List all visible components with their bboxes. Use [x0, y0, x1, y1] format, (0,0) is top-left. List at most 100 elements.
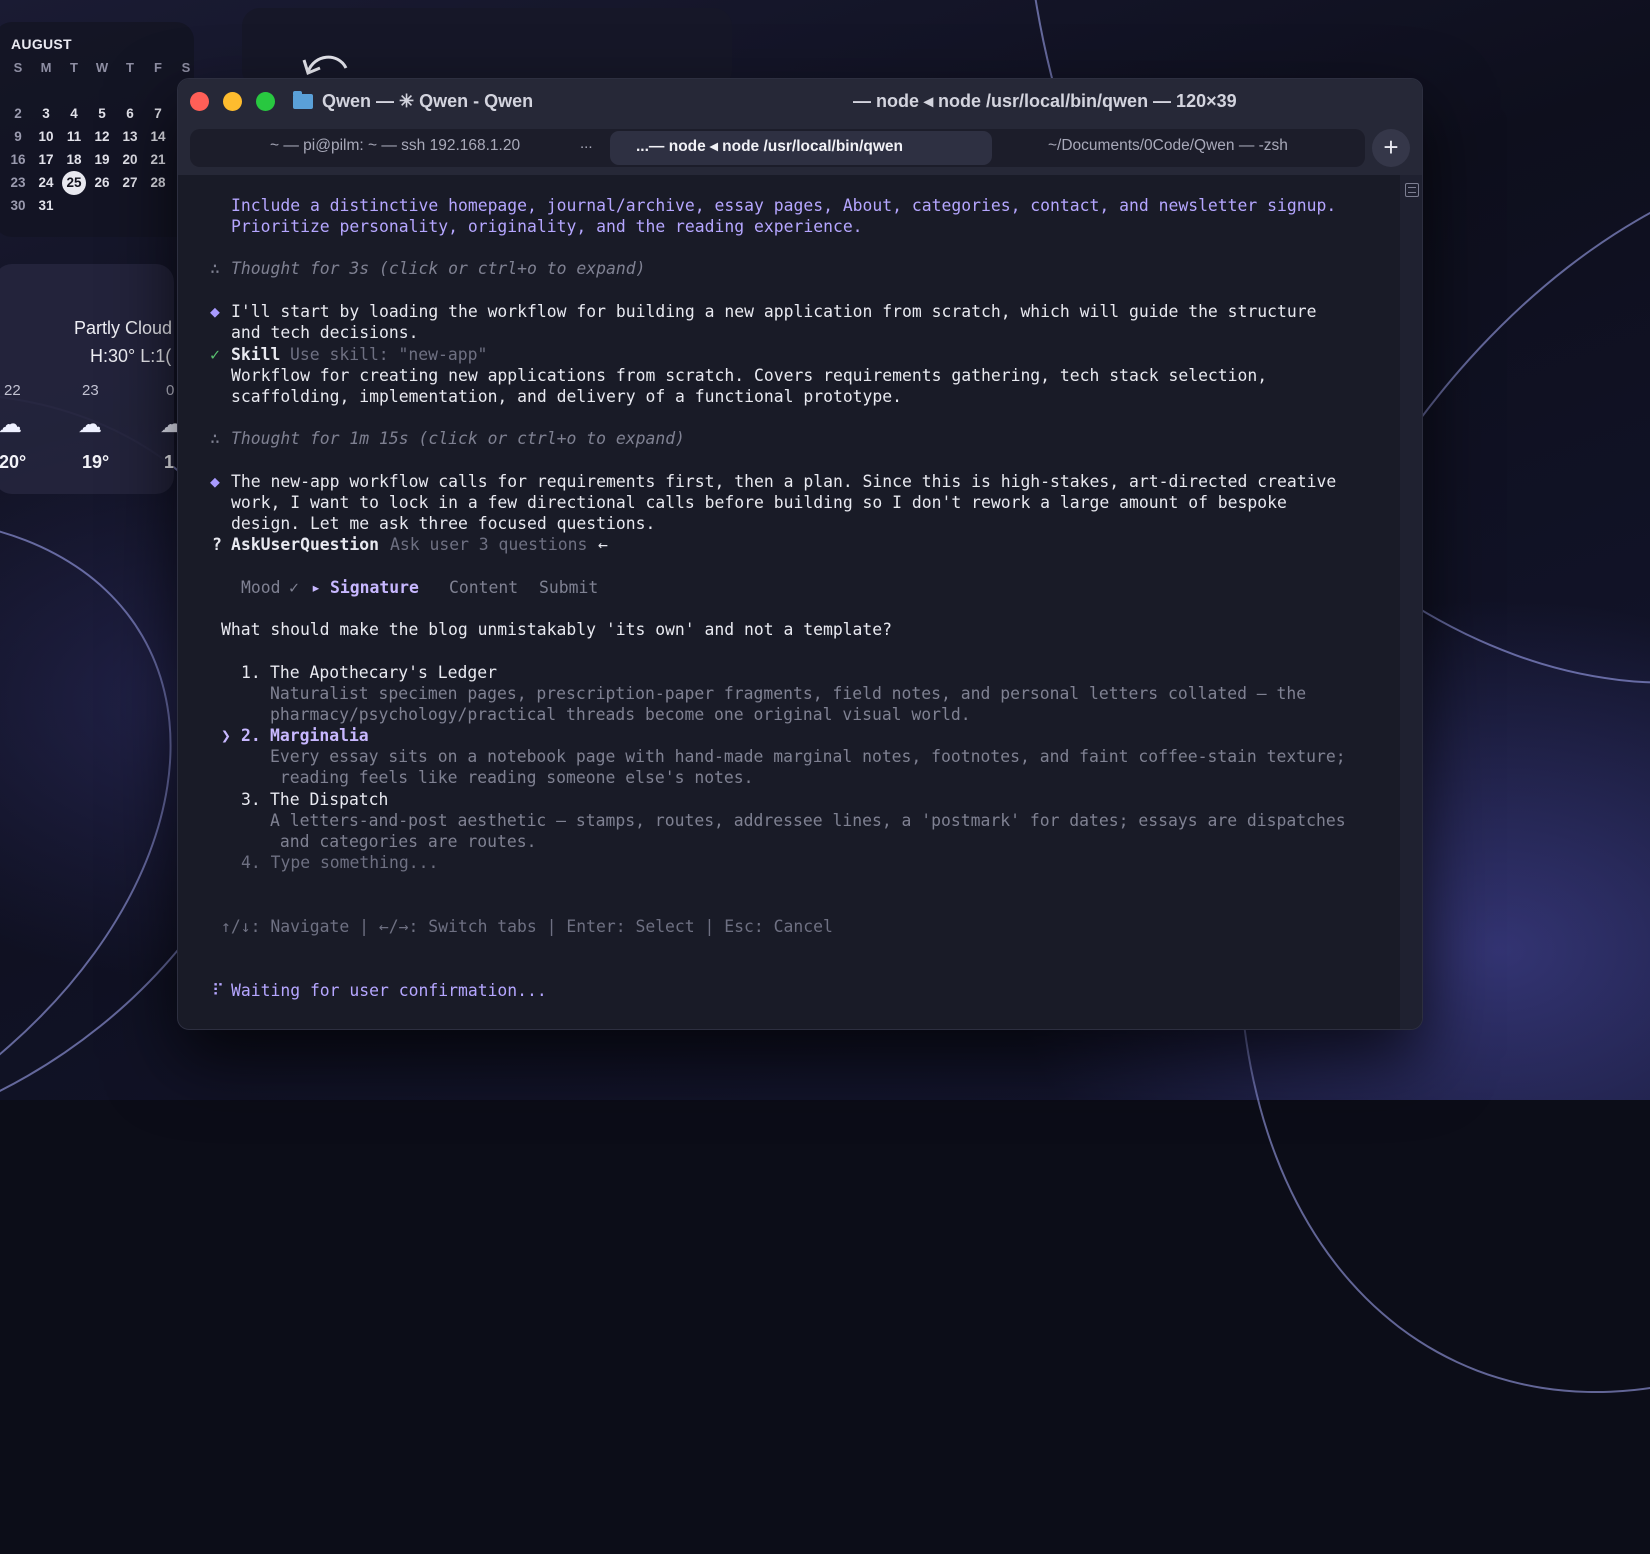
- arrow-left-icon: ←: [598, 535, 608, 554]
- weather-temp: 19°: [82, 452, 110, 472]
- weather-high-low: H:30° L:1(: [90, 346, 172, 366]
- calendar-widget[interactable]: AUGUST S M T W T F S 2 3 4 5 6 7 9 10 11…: [0, 22, 194, 237]
- calendar-day: 23: [10, 175, 26, 190]
- minimize-button[interactable]: [223, 92, 242, 111]
- calendar-day: 5: [98, 106, 106, 121]
- calendar-day: 26: [94, 175, 110, 190]
- calendar-weekday: M: [40, 60, 52, 75]
- option-number: 2.: [241, 726, 261, 745]
- weather-temp: 20°: [0, 452, 27, 472]
- step-mood[interactable]: Mood: [241, 577, 280, 598]
- play-icon: ▸: [311, 578, 321, 597]
- option-description: Every essay sits on a notebook page with…: [270, 747, 1346, 766]
- tab-node-qwen[interactable]: ...— node ◂ node /usr/local/bin/qwen: [636, 137, 903, 156]
- calendar-day: 28: [150, 175, 166, 190]
- calendar-today: 25: [60, 171, 88, 195]
- weather-widget[interactable]: Partly Cloud H:30° L:1( 22 23 0 ☁ ☁ ☁ 20…: [0, 264, 184, 494]
- tab-zsh[interactable]: ~/Documents/0Code/Qwen — -zsh: [1048, 137, 1288, 155]
- weather-temp: 1: [164, 452, 175, 472]
- skill-description: Use skill: "new-app": [290, 345, 488, 364]
- option-description: and categories are routes.: [270, 832, 537, 851]
- chevron-right-icon: ❯: [221, 726, 231, 745]
- skill-text: scaffolding, implementation, and deliver…: [231, 387, 903, 406]
- assistant-message: The new-app workflow calls for requireme…: [231, 472, 1337, 491]
- thought-icon: ∴: [210, 429, 220, 448]
- spinner-icon: ⠏: [212, 981, 225, 1000]
- calendar-day: 24: [38, 175, 54, 190]
- partly-cloudy-icon: ☁: [0, 411, 22, 438]
- tab-strip: ~ — pi@pilm: ~ — ssh 192.168.1.20 ... ..…: [190, 129, 1365, 167]
- option-title[interactable]: The Dispatch: [270, 789, 388, 810]
- step-content[interactable]: Content: [449, 577, 518, 598]
- window-title: Qwen — ✳ Qwen - Qwen: [322, 91, 534, 111]
- step-signature[interactable]: Signature: [330, 577, 419, 598]
- calendar-day: 27: [122, 175, 138, 190]
- assistant-message: and tech decisions.: [231, 323, 419, 342]
- thought-collapsed[interactable]: Thought for 1m 15s (click or ctrl+o to e…: [231, 428, 685, 449]
- calendar-today-number: 25: [62, 171, 86, 195]
- skill-label: Skill: [231, 345, 281, 364]
- option-title[interactable]: The Apothecary's Ledger: [270, 662, 497, 683]
- option-title-selected[interactable]: Marginalia: [270, 725, 369, 746]
- calendar-spacer: [88, 81, 116, 101]
- calendar-weekday: W: [95, 60, 109, 75]
- terminal-content[interactable]: Include a distinctive homepage, journal/…: [178, 175, 1400, 1029]
- calendar-day: 11: [66, 129, 82, 144]
- status-text: Waiting for user confirmation...: [231, 981, 547, 1000]
- thought-collapsed[interactable]: Thought for 3s (click or ctrl+o to expan…: [231, 258, 645, 279]
- scrollbar[interactable]: [1400, 175, 1422, 1029]
- close-button[interactable]: [190, 92, 209, 111]
- window-subtitle: — node ◂ node /usr/local/bin/qwen — 120×…: [853, 91, 1237, 111]
- assistant-message: work, I want to lock in a few directiona…: [231, 493, 1287, 512]
- scroll-marker-icon[interactable]: [1405, 183, 1419, 197]
- checkmark-icon: ✓: [289, 578, 299, 597]
- assistant-bullet-icon: ◆: [210, 302, 220, 321]
- option-description: Naturalist specimen pages, prescription-…: [270, 684, 1307, 703]
- calendar-day: 19: [94, 152, 110, 167]
- weather-hour: 0: [166, 382, 175, 399]
- new-tab-button[interactable]: +: [1372, 129, 1410, 167]
- option-description: reading feels like reading someone else'…: [270, 768, 754, 787]
- calendar-month: AUGUST: [11, 36, 72, 52]
- calendar-day: 4: [70, 106, 78, 121]
- question-icon: ?: [212, 535, 222, 554]
- option-number: 3.: [241, 790, 261, 809]
- calendar-day: 14: [150, 129, 166, 144]
- calendar-day: 18: [66, 152, 82, 167]
- option-description: A letters-and-post aesthetic — stamps, r…: [270, 811, 1346, 830]
- calendar-weekday: F: [154, 60, 162, 75]
- calendar-day: 7: [154, 106, 162, 121]
- desktop-widget[interactable]: [242, 8, 732, 88]
- tab-overflow[interactable]: ...: [580, 135, 593, 152]
- thought-icon: ∴: [210, 259, 220, 278]
- option-type-something[interactable]: 4. Type something...: [241, 852, 438, 873]
- calendar-day: 13: [122, 129, 138, 144]
- step-submit[interactable]: Submit: [539, 577, 598, 598]
- ask-label: AskUserQuestion: [231, 535, 380, 554]
- skill-text: Workflow for creating new applications f…: [231, 366, 1268, 385]
- weather-condition: Partly Cloud: [74, 318, 173, 338]
- calendar-day: 12: [94, 129, 110, 144]
- option-description: pharmacy/psychology/practical threads be…: [270, 705, 971, 724]
- calendar-weekday: T: [70, 60, 78, 75]
- calendar-day: 2: [14, 106, 22, 121]
- title-bar[interactable]: Qwen — ✳ Qwen - Qwen — node ◂ node /usr/…: [178, 79, 1422, 125]
- calendar-spacer: [32, 81, 60, 101]
- calendar-day: 17: [38, 152, 54, 167]
- calendar-day: 3: [42, 106, 50, 121]
- partly-cloudy-icon: ☁: [78, 411, 102, 438]
- calendar-day: 31: [38, 198, 54, 213]
- ask-description: Ask user 3 questions: [390, 535, 588, 554]
- calendar-day: 20: [122, 152, 138, 167]
- tab-ssh[interactable]: ~ — pi@pilm: ~ — ssh 192.168.1.20: [270, 137, 520, 155]
- check-icon: ✓: [210, 345, 220, 364]
- calendar-weekday: S: [13, 60, 23, 75]
- terminal-window[interactable]: Qwen — ✳ Qwen - Qwen — node ◂ node /usr/…: [177, 78, 1423, 1030]
- prompt-line: Prioritize personality, originality, and…: [231, 217, 863, 236]
- zoom-button[interactable]: [256, 92, 275, 111]
- calendar-day: 6: [126, 106, 134, 121]
- assistant-message: I'll start by loading the workflow for b…: [231, 302, 1317, 321]
- calendar-spacer: [60, 81, 88, 101]
- assistant-bullet-icon: ◆: [210, 472, 220, 491]
- assistant-message: design. Let me ask three focused questio…: [231, 514, 656, 533]
